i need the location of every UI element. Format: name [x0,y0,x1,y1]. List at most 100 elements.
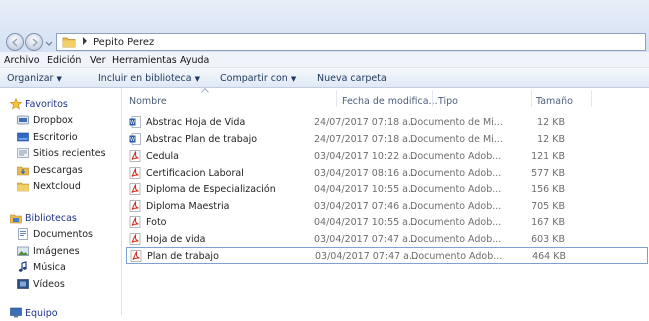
documents-icon [18,228,28,240]
column-header-type[interactable]: Tipo [433,88,531,108]
nav-item-label: Vídeos [33,279,65,290]
nav-item-nextcloud[interactable]: Nextcloud [0,179,121,194]
nav-item-label: Documentos [33,229,93,240]
file-name: Hoja de vida [146,234,206,245]
downloads-icon [17,166,29,176]
videos-icon [17,279,29,289]
file-size: 156 KB [531,184,565,195]
nav-favorites-label: Favoritos [25,99,68,110]
pdf-icon [129,200,141,212]
file-type: Documento Adob... [411,251,503,262]
file-row[interactable]: Cedula 03/04/2017 10:22 a... Documento A… [126,148,648,164]
organize-button[interactable]: Organizar ▼ [7,73,62,84]
menu-archivo[interactable]: Archivo [4,55,40,66]
file-type: Documento de Mi... [410,134,503,145]
file-type: Documento Adob... [410,151,502,162]
file-row[interactable]: Diploma de Especialización 04/04/2017 10… [126,181,648,197]
nav-computer-label: Equipo [25,308,58,319]
file-type: Documento Adob... [410,201,502,212]
file-row[interactable]: W Abstrac Hoja de Vida 24/07/2017 07:18 … [126,114,648,130]
file-type: Documento Adob... [410,234,502,245]
file-date: 03/04/2017 10:22 a... [314,151,418,162]
file-name: Abstrac Hoja de Vida [146,117,246,128]
file-name: Foto [146,217,167,228]
file-size: 705 KB [531,201,565,212]
chevron-down-icon: ▼ [56,75,62,83]
menu-ayuda[interactable]: Ayuda [180,55,209,66]
chevron-down-icon: ▼ [290,75,297,83]
file-date: 03/04/2017 07:47 a... [315,251,419,262]
nav-libraries-label: Bibliotecas [25,213,77,224]
folder-icon [62,37,76,48]
share-label: Compartir con [220,73,288,84]
nav-item-desktop[interactable]: Escritorio [0,130,121,145]
file-type: Documento Adob... [410,184,502,195]
pdf-icon [130,250,142,262]
nav-item-dropbox[interactable]: Dropbox [0,113,121,128]
file-row[interactable]: Hoja de vida 03/04/2017 07:47 a... Docum… [126,231,648,247]
nav-item-recent-places[interactable]: Sitios recientes [0,146,121,161]
file-type: Documento Adob... [410,168,502,179]
column-header-name[interactable]: Nombre [126,88,336,108]
music-icon [18,261,27,272]
pictures-icon [17,246,29,256]
column-header-date[interactable]: Fecha de modifica... [337,88,438,108]
menu-herramientas[interactable]: Herramientas [112,55,177,66]
file-date: 24/07/2017 07:18 a... [314,134,418,145]
menu-edicion[interactable]: Edición [47,55,81,66]
nav-item-pictures[interactable]: Imágenes [0,244,121,259]
file-row[interactable]: Diploma Maestria 03/04/2017 07:46 a... D… [126,198,648,214]
breadcrumb-current[interactable]: Pepito Perez [93,37,154,48]
nav-group-favorites[interactable]: Favoritos [0,97,121,112]
nav-item-label: Sitios recientes [33,148,106,159]
file-name: Diploma de Especialización [146,184,276,195]
include-label: Incluir en biblioteca [98,73,192,84]
file-row[interactable]: Certificacion Laboral 03/04/2017 08:16 a… [126,165,648,181]
column-size-label: Tamaño [536,96,573,107]
nav-item-label: Descargas [33,165,83,176]
file-date: 04/04/2017 10:55 a... [314,217,418,228]
pdf-icon [129,183,141,195]
desktop-icon [17,132,29,142]
column-header-size[interactable]: Tamaño [532,88,592,108]
file-date: 03/04/2017 07:46 a... [314,201,418,212]
nav-item-videos[interactable]: Vídeos [0,277,121,292]
breadcrumb-arrow-icon[interactable] [81,36,89,46]
nav-group-computer[interactable]: Equipo [0,306,121,321]
dropbox-icon [17,115,29,125]
column-type-label: Tipo [438,96,458,107]
new-folder-button[interactable]: Nueva carpeta [317,73,387,84]
include-in-library-button[interactable]: Incluir en biblioteca ▼ [98,73,200,84]
organize-label: Organizar [7,73,54,84]
file-row-selected[interactable]: Plan de trabajo 03/04/2017 07:47 a... Do… [126,247,648,264]
forward-arrow-icon [32,38,39,47]
file-size: 603 KB [531,234,565,245]
file-date: 24/07/2017 07:18 a... [314,117,418,128]
nav-item-downloads[interactable]: Descargas [0,163,121,178]
back-button[interactable] [6,33,24,51]
nav-item-label: Escritorio [33,132,78,143]
folder-icon [17,182,29,192]
pdf-icon [129,233,141,245]
nav-item-documents[interactable]: Documentos [0,227,121,242]
nav-item-label: Imágenes [33,246,80,257]
nav-item-music[interactable]: Música [0,260,121,275]
share-with-button[interactable]: Compartir con ▼ [220,73,296,84]
file-row[interactable]: W Abstrac Plan de trabajo 24/07/2017 07:… [126,131,648,147]
column-divider[interactable] [591,90,592,107]
menu-ver[interactable]: Ver [90,55,106,66]
file-date: 04/04/2017 10:55 a... [314,184,418,195]
svg-text:W: W [130,120,135,126]
nav-group-libraries[interactable]: Bibliotecas [0,211,121,226]
nav-item-label: Música [33,262,66,273]
pdf-icon [129,167,141,179]
file-name: Diploma Maestria [146,201,230,212]
file-size: 121 KB [531,151,565,162]
computer-icon [10,307,22,318]
recent-pages-dropdown-icon[interactable] [45,38,53,48]
file-row[interactable]: Foto 04/04/2017 10:55 a... Documento Ado… [126,214,648,230]
file-size: 167 KB [531,217,565,228]
file-size: 12 KB [537,117,565,128]
forward-button[interactable] [25,33,43,51]
file-size: 577 KB [531,168,565,179]
